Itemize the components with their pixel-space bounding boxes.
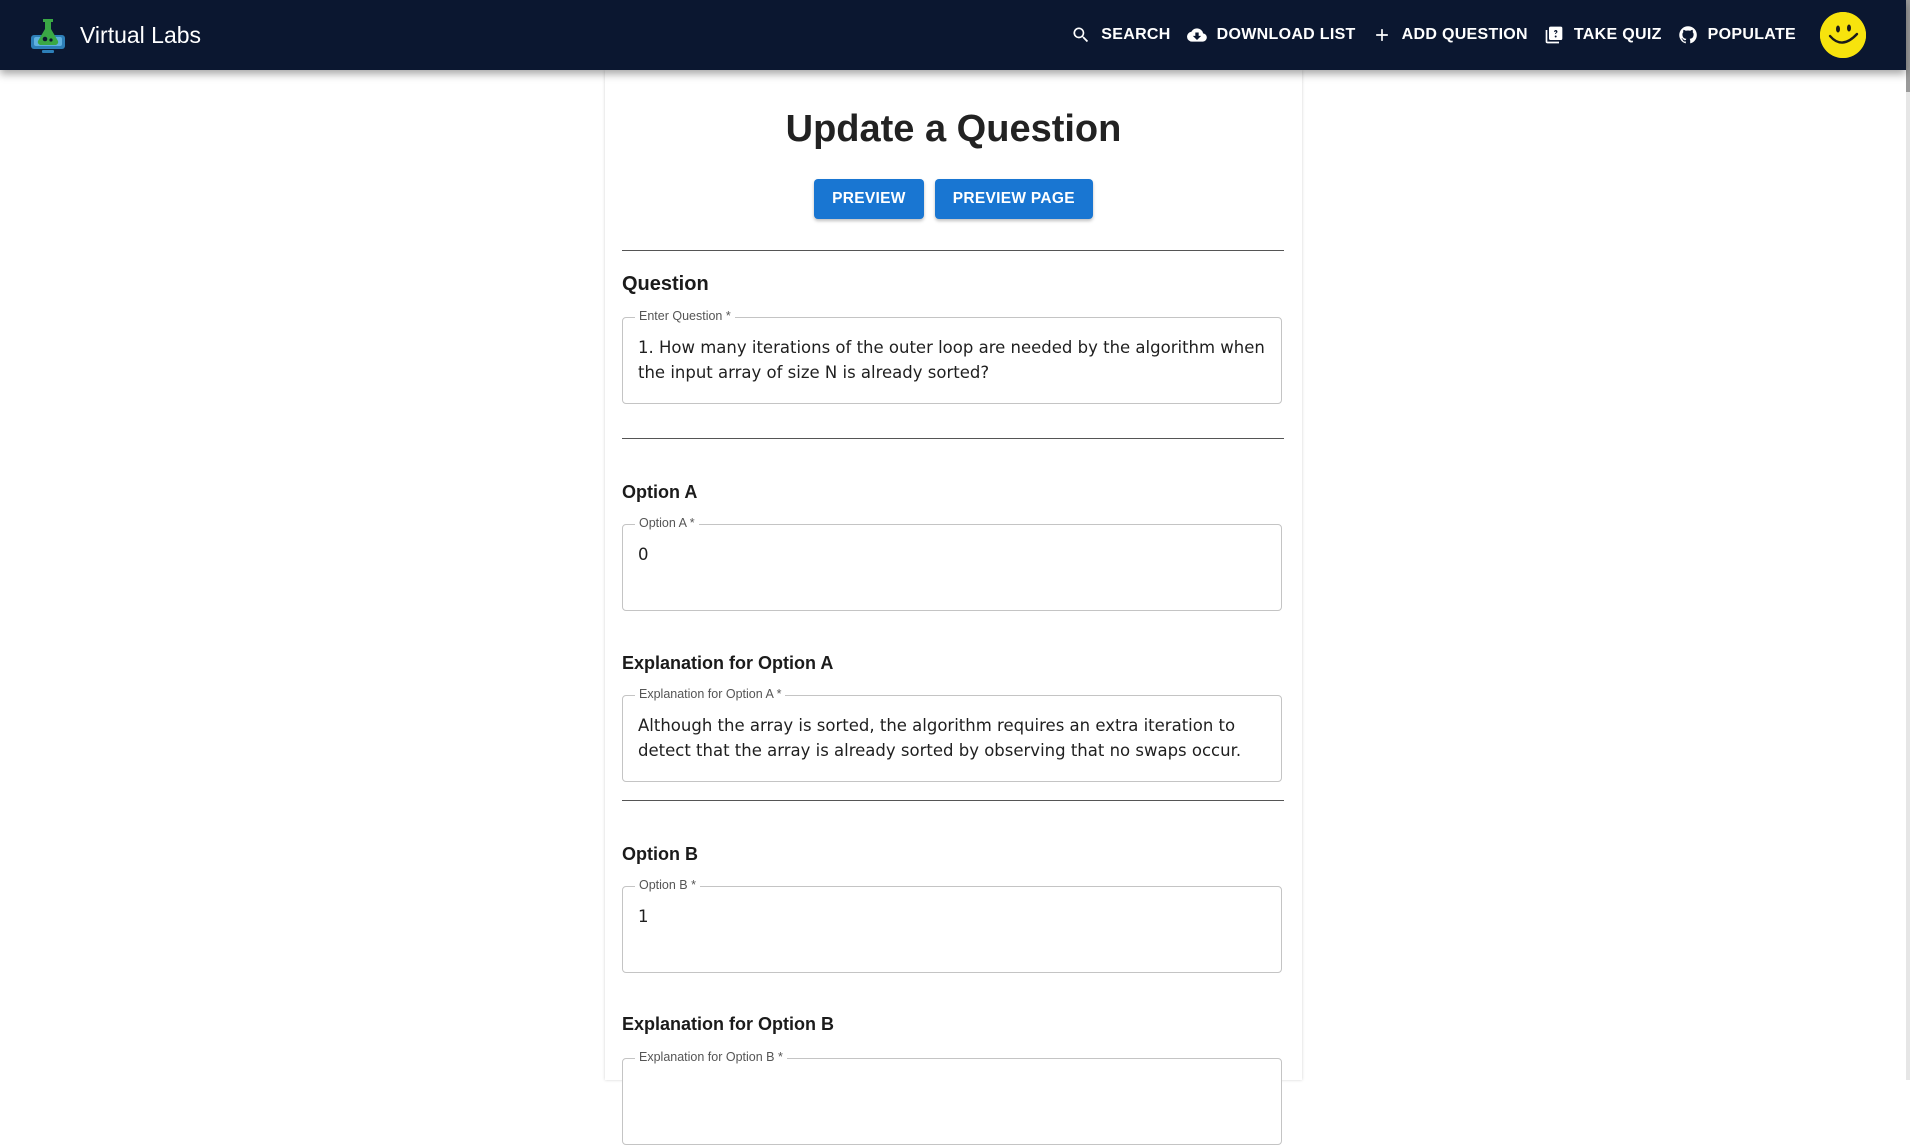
page-title: Update a Question: [785, 108, 1122, 150]
option-a-explanation-input[interactable]: Although the array is sorted, the algori…: [638, 713, 1267, 763]
github-icon: [1678, 26, 1697, 44]
add-question-label: ADD QUESTION: [1401, 26, 1528, 43]
brand[interactable]: Virtual Labs: [28, 15, 201, 55]
smiley-face-icon: [1820, 12, 1866, 58]
question-section-label: Question: [622, 273, 709, 295]
search-button[interactable]: SEARCH: [1063, 15, 1178, 55]
option-b-explanation-field-label: Explanation for Option B *: [635, 1050, 787, 1064]
option-b-field-label: Option B *: [635, 878, 700, 892]
preview-buttons: PREVIEW PREVIEW PAGE: [605, 179, 1302, 219]
divider: [622, 250, 1284, 251]
take-quiz-button[interactable]: TAKE QUIZ: [1536, 15, 1670, 55]
preview-page-button[interactable]: PREVIEW PAGE: [934, 179, 1093, 219]
download-list-button[interactable]: DOWNLOAD LIST: [1179, 15, 1364, 55]
cloud-download-icon: [1186, 28, 1207, 42]
divider: [622, 438, 1284, 439]
divider: [622, 800, 1284, 801]
virtual-labs-logo-icon: [31, 19, 65, 53]
download-list-label: DOWNLOAD LIST: [1216, 26, 1356, 43]
take-quiz-label: TAKE QUIZ: [1573, 26, 1662, 43]
option-a-field[interactable]: Option A * 0: [622, 516, 1282, 611]
question-field-label: Enter Question *: [635, 309, 735, 323]
scrollbar-thumb[interactable]: [1906, 0, 1910, 92]
question-input[interactable]: 1. How many iterations of the outer loop…: [638, 335, 1267, 385]
plus-icon: [1375, 29, 1388, 41]
option-b-explanation-field[interactable]: Explanation for Option B *: [622, 1050, 1282, 1145]
option-a-explanation-field[interactable]: Explanation for Option A * Although the …: [622, 687, 1282, 782]
search-icon: [1073, 27, 1089, 43]
option-b-section-label: Option B: [622, 844, 698, 864]
preview-button[interactable]: PREVIEW: [814, 179, 924, 219]
populate-label: POPULATE: [1707, 26, 1796, 43]
option-a-field-label: Option A *: [635, 516, 699, 530]
quiz-icon: [1545, 26, 1563, 44]
option-b-field[interactable]: Option B * 1: [622, 878, 1282, 973]
option-b-explanation-section-label: Explanation for Option B: [622, 1014, 834, 1034]
option-a-input[interactable]: 0: [638, 542, 1267, 567]
option-a-explanation-section-label: Explanation for Option A: [622, 653, 834, 673]
top-nav: SEARCH DOWNLOAD LIST ADD QUESTION TAKE Q…: [1063, 0, 1906, 70]
option-a-explanation-field-label: Explanation for Option A *: [635, 687, 786, 701]
add-question-button[interactable]: ADD QUESTION: [1364, 15, 1536, 55]
option-a-section-label: Option A: [622, 482, 698, 502]
app-title: Virtual Labs: [80, 21, 202, 48]
page-scrollbar[interactable]: [1906, 0, 1910, 1080]
question-form-card: Update a Question PREVIEW PREVIEW PAGE Q…: [605, 70, 1302, 1145]
avatar[interactable]: [1820, 12, 1866, 58]
populate-button[interactable]: POPULATE: [1670, 15, 1804, 55]
app-bar: Virtual Labs SEARCH DOWNLOAD LIST ADD QU…: [0, 0, 1906, 70]
option-b-input[interactable]: 1: [638, 904, 1267, 929]
question-field[interactable]: Enter Question * 1. How many iterations …: [622, 309, 1282, 404]
search-label: SEARCH: [1101, 26, 1171, 43]
